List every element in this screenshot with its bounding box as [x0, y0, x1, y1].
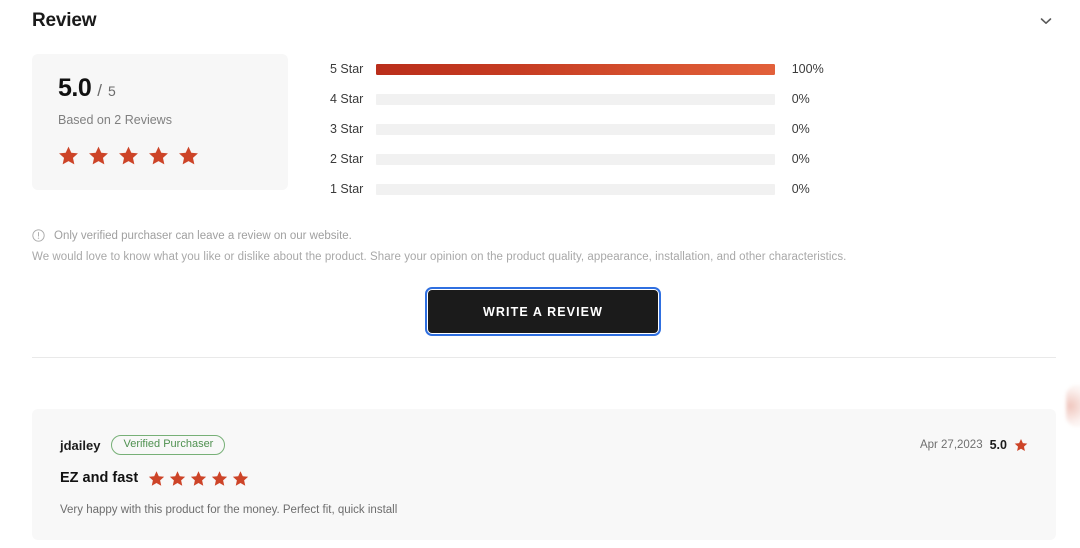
- rating-bar-label: 2 Star: [330, 152, 364, 166]
- review-meta: Apr 27,2023 5.0: [920, 438, 1028, 452]
- score-separator: /: [97, 81, 102, 100]
- rating-bar-label: 5 Star: [330, 62, 364, 76]
- star-icon: [211, 470, 228, 487]
- notice-text: Only verified purchaser can leave a revi…: [54, 229, 352, 242]
- page-title: Review: [32, 10, 97, 31]
- star-icon: [118, 145, 139, 166]
- section-divider: [32, 357, 1056, 358]
- review-headline: EZ and fast: [60, 470, 139, 486]
- rating-bar-fill: [375, 63, 775, 75]
- star-icon: [88, 145, 109, 166]
- info-circle-icon: [32, 229, 45, 242]
- summary-star-rating: [58, 145, 288, 166]
- chevron-down-icon[interactable]: [1038, 13, 1054, 29]
- reviewer-block: jdailey Verified Purchaser: [60, 435, 226, 455]
- star-icon: [1014, 438, 1028, 452]
- review-body-text: Very happy with this product for the mon…: [60, 504, 398, 516]
- rating-bar-percent: 100%: [791, 62, 824, 76]
- rating-bar-row: 3 Star 0%: [330, 114, 850, 144]
- write-review-button[interactable]: WRITE A REVIEW: [425, 287, 661, 336]
- rating-bar-label: 3 Star: [330, 122, 364, 136]
- rating-bar-track: [375, 93, 775, 105]
- review-prompt-text: We would love to know what you like or d…: [32, 251, 847, 263]
- review-count-label: Based on 2 Reviews: [58, 113, 172, 127]
- review-score: 5.0: [989, 438, 1007, 452]
- reviewer-name: jdailey: [60, 437, 101, 453]
- review-headline-row: EZ and fast: [60, 467, 1028, 489]
- star-icon: [148, 470, 165, 487]
- rating-bar-label: 1 Star: [330, 182, 364, 196]
- rating-summary-card: 5.0 / 5 Based on 2 Reviews: [32, 54, 288, 190]
- review-section: Review 5.0 / 5 Based on 2 Reviews 5 Star…: [0, 0, 1080, 548]
- verified-purchaser-badge: Verified Purchaser: [111, 435, 226, 455]
- star-icon: [178, 145, 199, 166]
- rating-bar-row: 4 Star 0%: [330, 84, 850, 114]
- star-icon: [58, 145, 79, 166]
- score-max: 5: [108, 83, 116, 99]
- review-card: jdailey Verified Purchaser Apr 27,2023 5.0 E…: [32, 409, 1056, 540]
- review-section-header: Review: [32, 6, 1056, 36]
- write-review-button-wrap: WRITE A REVIEW: [425, 287, 661, 336]
- overall-score: 5.0 / 5: [58, 74, 288, 104]
- rating-bar-row: 5 Star 100%: [330, 54, 850, 84]
- rating-bar-label: 4 Star: [330, 92, 364, 106]
- floating-edge-widget[interactable]: [1066, 385, 1080, 427]
- star-icon: [232, 470, 249, 487]
- review-date: Apr 27,2023: [919, 439, 983, 451]
- rating-bar-percent: 0%: [791, 122, 810, 136]
- review-card-header: jdailey Verified Purchaser Apr 27,2023 5.0: [60, 435, 1028, 455]
- star-icon: [190, 470, 207, 487]
- rating-bar-track: [375, 183, 775, 195]
- score-value: 5.0: [58, 74, 92, 102]
- star-icon: [148, 145, 169, 166]
- rating-bar-row: 1 Star 0%: [330, 174, 850, 204]
- review-star-rating: [148, 470, 249, 487]
- rating-bar-row: 2 Star 0%: [330, 144, 850, 174]
- rating-bar-track: [375, 153, 775, 165]
- rating-bar-percent: 0%: [791, 182, 810, 196]
- rating-bar-percent: 0%: [791, 92, 810, 106]
- rating-distribution: 5 Star 100% 4 Star 0% 3 Star 0% 2 Star 0% 1 Star…: [330, 54, 850, 204]
- verified-purchaser-notice: Only verified purchaser can leave a revi…: [32, 229, 352, 242]
- rating-bar-track: [375, 123, 775, 135]
- star-icon: [169, 470, 186, 487]
- rating-bar-percent: 0%: [791, 152, 810, 166]
- rating-bar-track: [375, 63, 775, 75]
